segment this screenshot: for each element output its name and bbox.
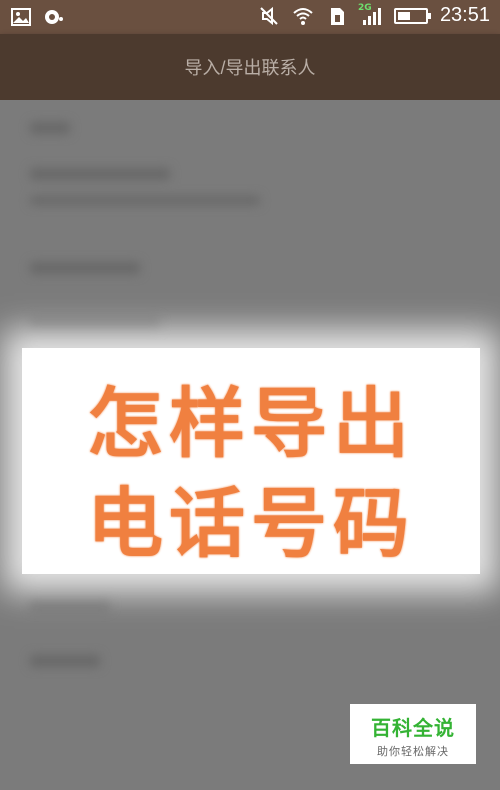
list-item [30,168,170,180]
notification-icon [42,6,64,28]
signal-icon: 2G [357,2,382,27]
overlay-title-line2: 电话号码 [87,479,415,568]
network-type-label: 2G [357,2,372,13]
list-item [30,318,160,330]
app-header: 导入/导出联系人 [0,34,500,100]
battery-icon [393,7,431,24]
list-item [30,598,110,610]
content-area: 怎样导出 电话号码 [0,100,500,790]
overlay-title-line1: 怎样导出 [87,379,415,468]
battery-level [397,11,410,20]
sim-icon [326,5,348,27]
clock: 23:51 [439,4,490,26]
wifi-icon [292,5,314,27]
list-item [30,196,260,205]
title-overlay: 怎样导出 电话号码 [22,348,480,574]
list-item [30,262,140,274]
mute-icon [258,5,280,27]
watermark-logo: 百科全说 助你轻松解决 [350,704,476,764]
page-title: 导入/导出联系人 [184,58,316,78]
status-bar: 2G 23:51 [0,0,500,34]
list-item [30,655,100,667]
watermark-subtitle: 助你轻松解决 [377,745,449,758]
list-item [30,122,70,134]
image-icon [10,6,32,28]
watermark-title: 百科全说 [371,716,455,740]
